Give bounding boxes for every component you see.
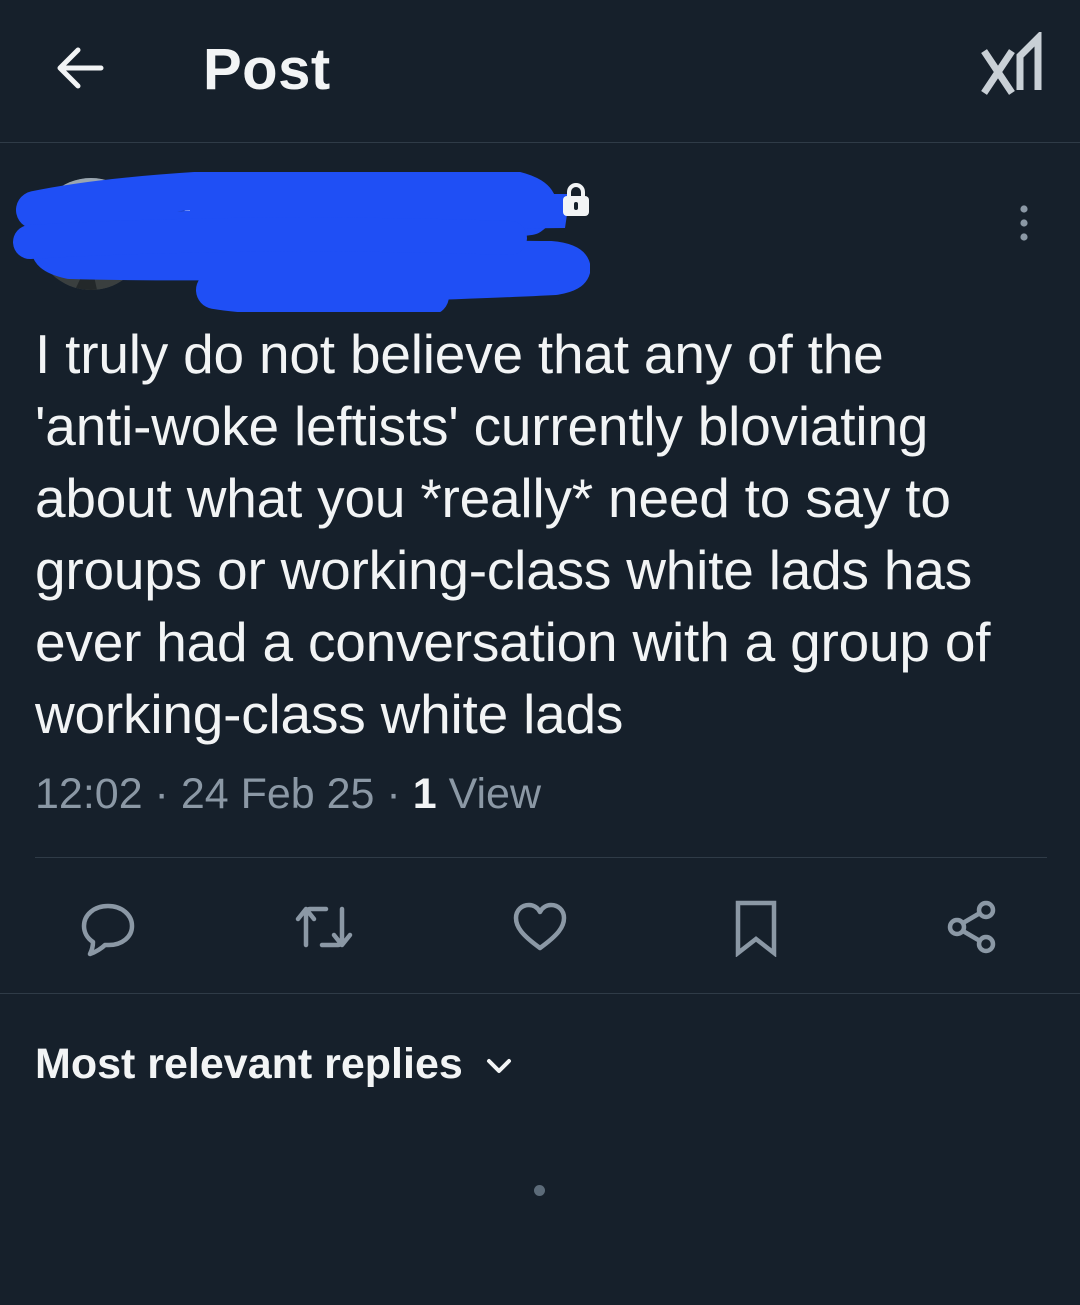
post-text-line: I truly do not believe that any of the bbox=[35, 323, 884, 385]
separator: · bbox=[374, 770, 413, 818]
top-app-bar: Post bbox=[0, 0, 1080, 143]
grok-icon bbox=[981, 29, 1042, 95]
post-text-line: about what you *really* need to say to bbox=[35, 467, 951, 529]
views-count[interactable]: 1 bbox=[413, 770, 437, 818]
post-text-line: groups or working-class white lads has bbox=[35, 539, 972, 601]
like-button[interactable] bbox=[508, 895, 572, 959]
post-time[interactable]: 12:02 bbox=[35, 770, 143, 818]
lock-icon bbox=[563, 183, 589, 216]
reply-button[interactable] bbox=[76, 895, 140, 959]
share-button[interactable] bbox=[940, 895, 1004, 959]
display-name[interactable]: D bbox=[182, 184, 211, 229]
loading-indicator bbox=[534, 1185, 545, 1196]
heart-icon bbox=[513, 902, 567, 951]
bookmark-icon bbox=[735, 900, 777, 957]
bookmark-button[interactable] bbox=[724, 895, 788, 959]
arrow-left-icon bbox=[57, 47, 104, 89]
post-text-line: working-class white lads bbox=[35, 683, 624, 745]
more-options-button[interactable] bbox=[1008, 203, 1040, 243]
divider bbox=[35, 857, 1047, 858]
views-label[interactable]: View bbox=[437, 770, 541, 818]
post-author: D bbox=[0, 170, 1080, 300]
chevron-down-icon bbox=[486, 1059, 511, 1073]
avatar-photo bbox=[35, 178, 147, 290]
post-text: I truly do not believe that any of the '… bbox=[35, 318, 1065, 750]
post-text-line: ever had a conversation with a group of bbox=[35, 611, 991, 673]
post-screen: Post D I truly do not believe that any o… bbox=[0, 0, 1080, 1305]
repost-button[interactable] bbox=[292, 895, 356, 959]
more-vertical-icon bbox=[1020, 205, 1028, 241]
page-title: Post bbox=[203, 37, 331, 102]
avatar[interactable] bbox=[35, 178, 147, 290]
comment-icon bbox=[81, 903, 135, 957]
post-text-line: 'anti-woke leftists' currently bloviatin… bbox=[35, 395, 929, 457]
post-metadata: 12:02 · 24 Feb 25 · 1 View bbox=[35, 770, 541, 819]
repost-icon bbox=[295, 906, 353, 948]
replies-sort-dropdown[interactable]: Most relevant replies bbox=[35, 1036, 513, 1092]
back-button[interactable] bbox=[50, 38, 110, 98]
grok-button[interactable] bbox=[980, 29, 1044, 96]
divider bbox=[0, 993, 1080, 994]
separator: · bbox=[142, 770, 181, 818]
share-icon bbox=[947, 900, 996, 954]
post-date[interactable]: 24 Feb 25 bbox=[181, 770, 375, 818]
replies-sort-label: Most relevant replies bbox=[35, 1039, 463, 1088]
